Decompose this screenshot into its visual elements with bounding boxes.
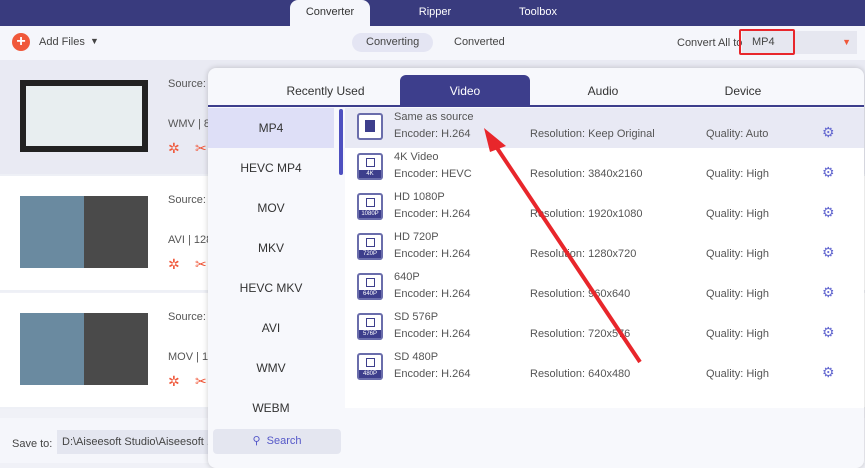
arrow-shaft [493, 143, 642, 364]
arrow-head [484, 128, 506, 152]
annotation-arrow [484, 128, 642, 364]
